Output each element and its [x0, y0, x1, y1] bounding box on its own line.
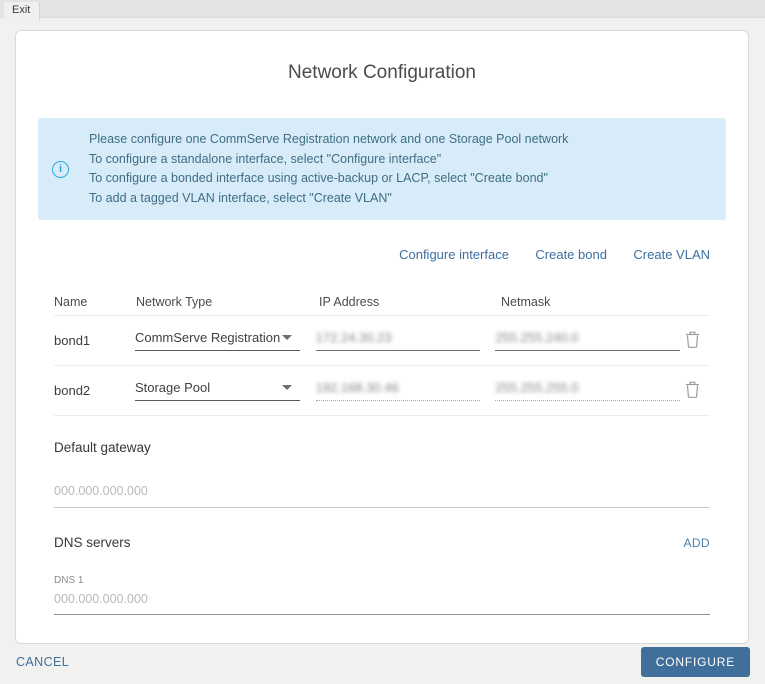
info-banner: i Please configure one CommServe Registr…	[38, 118, 726, 220]
network-type-value: CommServe Registration	[135, 330, 280, 345]
trash-icon	[685, 331, 700, 348]
add-dns-button[interactable]: ADD	[683, 536, 710, 550]
ip-address-input[interactable]	[316, 330, 480, 345]
info-line: To add a tagged VLAN interface, select "…	[89, 189, 568, 209]
info-line: To configure a standalone interface, sel…	[89, 150, 568, 170]
chevron-down-icon	[282, 335, 292, 340]
table-header-row: Name Network Type IP Address Netmask	[54, 288, 710, 316]
top-bar: Exit	[0, 0, 765, 18]
dialog-footer: CANCEL CONFIGURE	[15, 646, 750, 678]
info-line: To configure a bonded interface using ac…	[89, 169, 568, 189]
default-gateway-section: Default gateway	[54, 440, 710, 508]
default-gateway-input[interactable]	[54, 484, 710, 498]
delete-interface-button[interactable]	[683, 329, 702, 353]
info-line: Please configure one CommServe Registrat…	[89, 130, 568, 150]
dns-input[interactable]	[54, 592, 710, 606]
ip-address-input[interactable]	[316, 380, 480, 395]
netmask-input[interactable]	[495, 380, 680, 395]
table-actions: Configure interface Create bond Create V…	[54, 246, 710, 264]
dns-servers-section: DNS servers ADD DNS 1	[54, 535, 710, 615]
exit-button[interactable]: Exit	[4, 2, 40, 20]
network-type-value: Storage Pool	[135, 380, 210, 395]
dns-entry: DNS 1	[54, 575, 710, 615]
header-ip-address: IP Address	[319, 295, 501, 309]
default-gateway-label: Default gateway	[54, 440, 710, 455]
create-vlan-link[interactable]: Create VLAN	[633, 247, 710, 262]
create-bond-link[interactable]: Create bond	[535, 247, 607, 262]
table-row: bond2 Storage Pool	[54, 366, 710, 416]
header-network-type: Network Type	[136, 295, 319, 309]
network-configuration-dialog: Network Configuration i Please configure…	[15, 30, 749, 644]
interface-name: bond1	[54, 333, 135, 348]
header-name: Name	[54, 295, 136, 309]
dialog-title: Network Configuration	[38, 62, 726, 84]
network-type-select[interactable]: CommServe Registration	[135, 330, 300, 351]
chevron-down-icon	[282, 385, 292, 390]
network-type-select[interactable]: Storage Pool	[135, 380, 300, 401]
interface-name: bond2	[54, 383, 135, 398]
info-text: Please configure one CommServe Registrat…	[89, 130, 568, 208]
header-netmask: Netmask	[501, 295, 691, 309]
dns-entry-label: DNS 1	[54, 575, 710, 586]
table-row: bond1 CommServe Registration	[54, 316, 710, 366]
cancel-button[interactable]: CANCEL	[16, 655, 69, 669]
trash-icon	[685, 381, 700, 398]
info-icon: i	[52, 161, 69, 178]
configure-interface-link[interactable]: Configure interface	[399, 247, 509, 262]
configure-button[interactable]: CONFIGURE	[641, 647, 750, 677]
delete-interface-button[interactable]	[683, 379, 702, 403]
netmask-input[interactable]	[495, 330, 680, 345]
interfaces-table: Name Network Type IP Address Netmask bon…	[54, 288, 710, 416]
dns-servers-label: DNS servers	[54, 535, 131, 550]
